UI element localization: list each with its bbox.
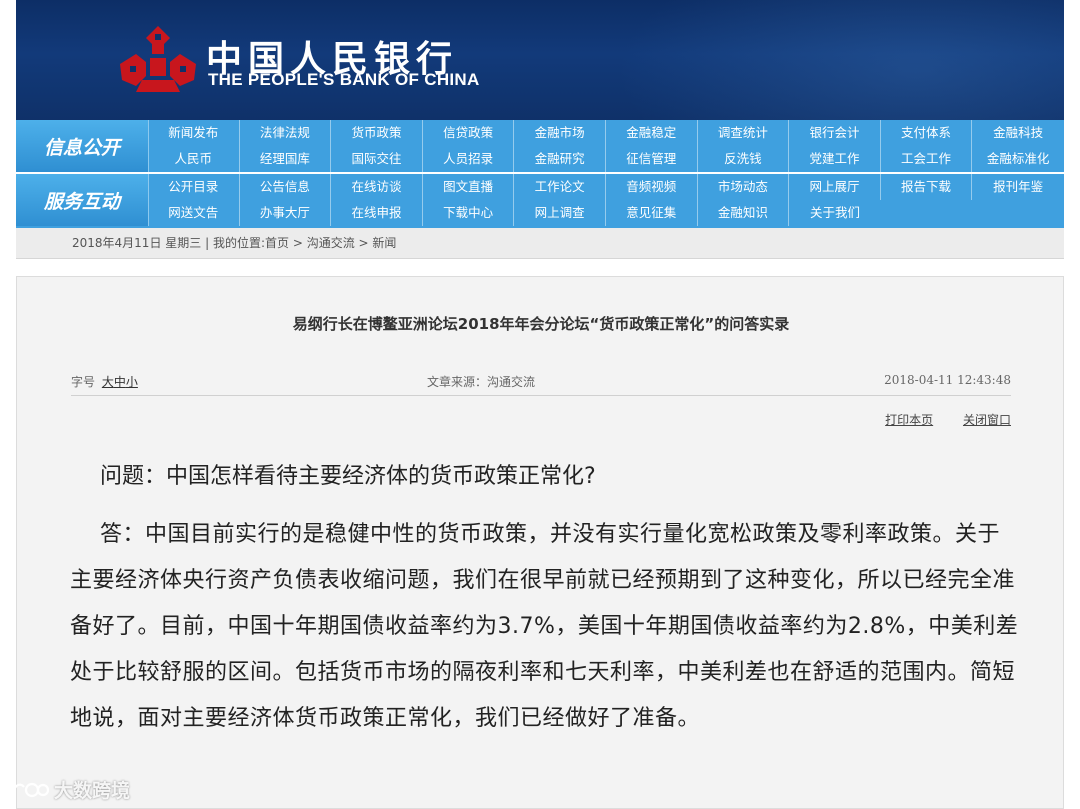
watermark-logo-icon (11, 782, 50, 797)
nav-item[interactable]: 工会工作 (881, 146, 973, 172)
nav-item[interactable]: 金融市场 (514, 120, 606, 146)
breadcrumb-separator: | (201, 236, 213, 250)
nav-item[interactable]: 意见征集 (606, 200, 698, 226)
nav-row: 人民币 经理国库 国际交往 人员招录 金融研究 征信管理 反洗钱 党建工作 工会… (148, 146, 1064, 172)
nav-item[interactable]: 法律法规 (240, 120, 332, 146)
current-date: 2018年4月11日 星期三 (72, 236, 202, 250)
nav-item[interactable]: 网上展厅 (789, 174, 881, 200)
nav-group-info-disclosure: 信息公开 新闻发布 法律法规 货币政策 信贷政策 金融市场 金融稳定 调查统计 … (16, 120, 1064, 172)
font-size-controls: 字号 大中小 (71, 373, 138, 390)
breadcrumb-section-link[interactable]: 沟通交流 (307, 236, 355, 250)
nav-item[interactable]: 征信管理 (606, 146, 698, 172)
nav-item[interactable]: 在线访谈 (331, 174, 423, 200)
logo-english-text[interactable]: THE PEOPLE'S BANK OF CHINA (208, 70, 480, 90)
nav-row: 公开目录 公告信息 在线访谈 图文直播 工作论文 音频视频 市场动态 网上展厅 … (148, 174, 1064, 200)
nav-item[interactable]: 公开目录 (148, 174, 240, 200)
breadcrumb-location-label: 我的位置: (212, 236, 265, 250)
font-large-link[interactable]: 大 (102, 375, 114, 389)
font-small-link[interactable]: 小 (126, 375, 138, 389)
nav-group-service-interaction: 服务互动 公开目录 公告信息 在线访谈 图文直播 工作论文 音频视频 市场动态 … (16, 174, 1064, 226)
article-tools: 打印本页 关闭窗口 (859, 411, 1011, 428)
breadcrumb-page-link[interactable]: 新闻 (372, 236, 396, 250)
main-navigation: 信息公开 新闻发布 法律法规 货币政策 信贷政策 金融市场 金融稳定 调查统计 … (16, 120, 1064, 228)
site-header: 中国人民银行 THE PEOPLE'S BANK OF CHINA (16, 0, 1064, 120)
breadcrumb-arrow: > (289, 236, 307, 250)
nav-item[interactable]: 党建工作 (789, 146, 881, 172)
pboc-emblem-icon[interactable] (116, 24, 200, 94)
article-question: 问题：中国怎样看待主要经济体的货币政策正常化? (100, 464, 596, 489)
nav-item[interactable]: 支付体系 (881, 120, 973, 146)
nav-item[interactable]: 下载中心 (423, 200, 515, 226)
breadcrumb: 2018年4月11日 星期三 | 我的位置:首页 > 沟通交流 > 新闻 (72, 228, 396, 258)
article-answer: 答：中国目前实行的是稳健中性的货币政策，并没有实行量化宽松政策及零利率政策。关于… (70, 522, 1019, 731)
nav-item[interactable]: 工作论文 (514, 174, 606, 200)
nav-group-title: 信息公开 (16, 120, 149, 172)
nav-item[interactable]: 报刊年鉴 (972, 174, 1064, 200)
font-medium-link[interactable]: 中 (114, 375, 126, 389)
nav-item[interactable]: 经理国库 (240, 146, 332, 172)
nav-row: 网送文告 办事大厅 在线申报 下载中心 网上调查 意见征集 金融知识 关于我们 (148, 200, 1064, 226)
nav-item[interactable]: 图文直播 (423, 174, 515, 200)
breadcrumb-arrow: > (354, 236, 373, 250)
nav-item[interactable]: 音频视频 (606, 174, 698, 200)
nav-item[interactable]: 办事大厅 (240, 200, 332, 226)
article-title: 易纲行长在博鳌亚洲论坛2018年年会分论坛“货币政策正常化”的问答实录 (292, 315, 790, 333)
nav-item[interactable]: 银行会计 (789, 120, 881, 146)
nav-item[interactable]: 关于我们 (789, 200, 881, 226)
nav-item[interactable]: 货币政策 (331, 120, 423, 146)
nav-item[interactable]: 调查统计 (698, 120, 790, 146)
article-body: 问题：中国怎样看待主要经济体的货币政策正常化? 答：中国目前实行的是稳健中性的货… (70, 460, 1020, 742)
article-timestamp: 2018-04-11 12:43:48 (884, 373, 1011, 387)
article-meta: 字号 大中小 文章来源：沟通交流 2018-04-11 12:43:48 (71, 373, 1011, 396)
nav-item[interactable]: 人员招录 (423, 146, 515, 172)
nav-item[interactable]: 金融稳定 (606, 120, 698, 146)
font-size-label: 字号 (71, 375, 96, 389)
nav-item[interactable]: 公告信息 (240, 174, 332, 200)
nav-item[interactable]: 新闻发布 (148, 120, 240, 146)
nav-row: 新闻发布 法律法规 货币政策 信贷政策 金融市场 金融稳定 调查统计 银行会计 … (148, 120, 1064, 146)
print-page-link[interactable]: 打印本页 (885, 413, 933, 427)
nav-item[interactable]: 报告下载 (881, 174, 973, 200)
nav-item[interactable]: 网送文告 (148, 200, 240, 226)
nav-item[interactable]: 在线申报 (331, 200, 423, 226)
nav-item[interactable]: 金融标准化 (972, 146, 1064, 172)
nav-item[interactable]: 信贷政策 (423, 120, 515, 146)
nav-item[interactable]: 市场动态 (698, 174, 790, 200)
watermark-text: 大数跨境 (54, 780, 131, 802)
article-source: 文章来源：沟通交流 (427, 375, 536, 389)
breadcrumb-home-link[interactable]: 首页 (265, 236, 289, 250)
nav-item[interactable]: 网上调查 (514, 200, 606, 226)
nav-item[interactable]: 反洗钱 (698, 146, 790, 172)
nav-item[interactable]: 人民币 (148, 146, 240, 172)
close-window-link[interactable]: 关闭窗口 (963, 413, 1011, 427)
watermark: 大数跨境 (10, 776, 130, 803)
nav-item[interactable]: 金融科技 (972, 120, 1064, 146)
nav-item[interactable]: 金融研究 (514, 146, 606, 172)
breadcrumb-bar: 2018年4月11日 星期三 | 我的位置:首页 > 沟通交流 > 新闻 (16, 228, 1064, 259)
nav-item[interactable]: 国际交往 (331, 146, 423, 172)
nav-item[interactable]: 金融知识 (698, 200, 790, 226)
header-glow (616, 0, 1064, 120)
nav-group-title: 服务互动 (16, 174, 149, 226)
